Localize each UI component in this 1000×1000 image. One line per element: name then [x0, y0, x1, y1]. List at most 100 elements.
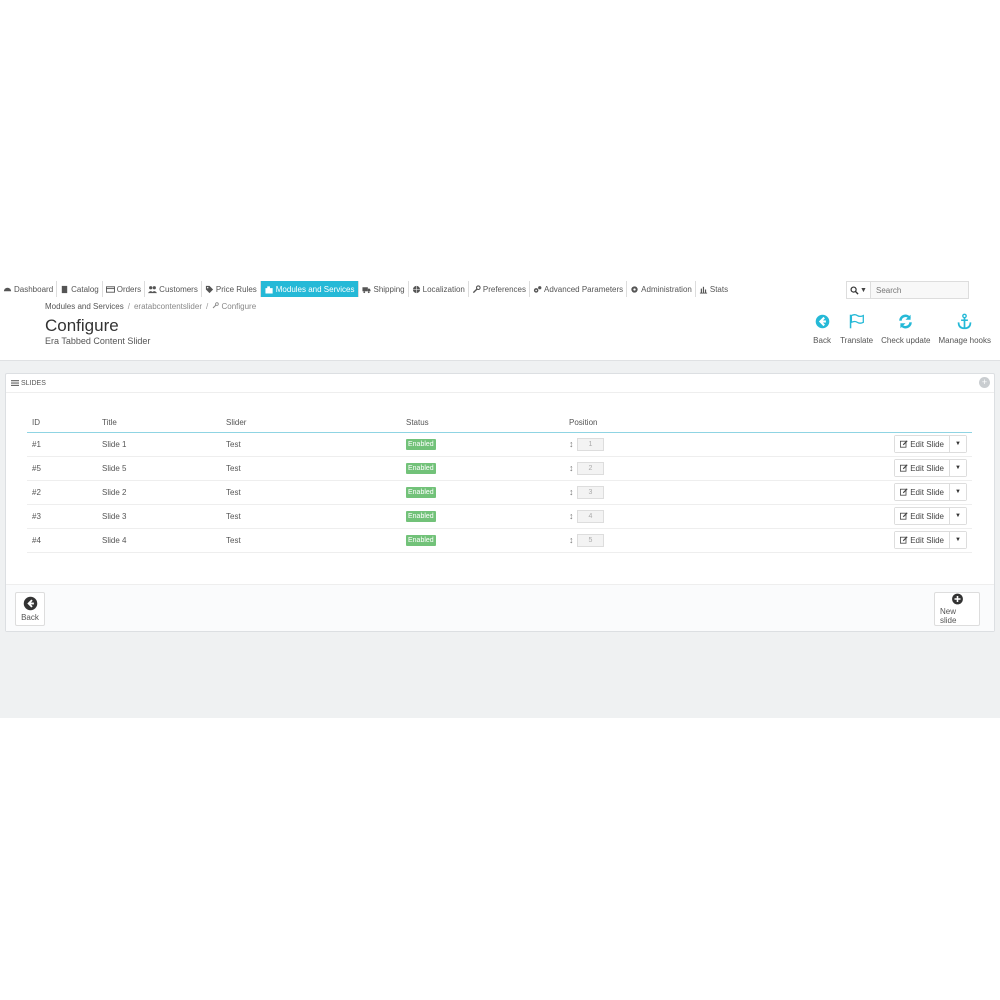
nav-item-catalog[interactable]: Catalog: [57, 281, 103, 297]
edit-slide-label: Edit Slide: [910, 439, 944, 449]
cell-actions: Edit Slide ▼: [864, 432, 972, 457]
edit-slide-label: Edit Slide: [910, 511, 944, 521]
cell-actions: Edit Slide ▼: [864, 480, 972, 505]
caret-down-icon[interactable]: ▼: [950, 532, 966, 548]
column-header-slider[interactable]: Slider: [221, 414, 401, 433]
drag-handle-icon[interactable]: ↕: [569, 463, 575, 473]
flag-icon: [848, 312, 866, 330]
footer-back-button[interactable]: Back: [15, 592, 45, 626]
caret-down-icon[interactable]: ▼: [950, 484, 966, 500]
cell-actions: Edit Slide ▼: [864, 504, 972, 529]
refresh-icon: [897, 312, 915, 330]
breadcrumb-item[interactable]: Modules and Services: [45, 302, 124, 311]
cell-title: Slide 3: [97, 504, 221, 529]
table-row[interactable]: #4 Slide 4 Test Enabled ↕ 5 Edit Slide ▼: [27, 528, 972, 553]
chevron-down-icon: ▼: [860, 286, 867, 294]
toolbar-check-update-label: Check update: [881, 336, 931, 345]
nav-item-label: Administration: [641, 284, 692, 294]
cell-id: #4: [27, 528, 97, 553]
caret-down-icon[interactable]: ▼: [950, 460, 966, 476]
edit-icon: [900, 536, 908, 544]
edit-button-group: Edit Slide ▼: [894, 459, 967, 477]
cell-position: ↕ 3: [564, 480, 864, 505]
edit-slide-button[interactable]: Edit Slide: [895, 532, 950, 548]
users-icon: [148, 285, 158, 294]
drag-handle-icon[interactable]: ↕: [569, 439, 575, 449]
nav-item-label: Orders: [116, 284, 142, 294]
toolbar-translate-label: Translate: [840, 336, 874, 345]
caret-down-icon[interactable]: ▼: [950, 508, 966, 524]
status-badge[interactable]: Enabled: [406, 462, 436, 474]
edit-slide-button[interactable]: Edit Slide: [895, 436, 950, 452]
edit-icon: [900, 512, 908, 520]
column-header-title[interactable]: Title: [97, 414, 221, 433]
table-row[interactable]: #2 Slide 2 Test Enabled ↕ 3 Edit Slide ▼: [27, 480, 972, 505]
drag-handle-icon[interactable]: ↕: [569, 535, 575, 545]
nav-item-customers[interactable]: Customers: [145, 281, 202, 297]
status-badge[interactable]: Enabled: [406, 510, 436, 522]
search-input[interactable]: [871, 281, 969, 299]
drag-handle-icon[interactable]: ↕: [569, 487, 575, 497]
cell-slider: Test: [221, 456, 401, 481]
column-header-status[interactable]: Status: [401, 414, 564, 433]
edit-slide-button[interactable]: Edit Slide: [895, 508, 950, 524]
edit-icon: [900, 488, 908, 496]
cell-id: #2: [27, 480, 97, 505]
drag-handle-icon[interactable]: ↕: [569, 511, 575, 521]
toolbar-check-update-button[interactable]: Check update: [877, 312, 934, 345]
nav-item-label: Modules and Services: [275, 284, 355, 294]
arrow-circle-left-icon: [813, 312, 831, 330]
nav-item-modules[interactable]: Modules and Services: [260, 281, 360, 297]
page-toolbar: Back Translate Check update Manage hooks: [808, 312, 995, 345]
toolbar-back-button[interactable]: Back: [808, 312, 836, 345]
cogs-icon: [533, 285, 542, 294]
toolbar-translate-button[interactable]: Translate: [836, 312, 877, 345]
cell-status: Enabled: [401, 456, 564, 481]
table-row[interactable]: #3 Slide 3 Test Enabled ↕ 4 Edit Slide ▼: [27, 504, 972, 529]
edit-slide-button[interactable]: Edit Slide: [895, 484, 950, 500]
edit-slide-button[interactable]: Edit Slide: [895, 460, 950, 476]
new-slide-label: New slide: [940, 607, 957, 625]
edit-slide-label: Edit Slide: [910, 463, 944, 473]
edit-icon: [900, 440, 908, 448]
cell-status: Enabled: [401, 504, 564, 529]
table-row[interactable]: #1 Slide 1 Test Enabled ↕ 1 Edit Slide ▼: [27, 432, 972, 457]
nav-item-price-rules[interactable]: Price Rules: [202, 281, 261, 297]
status-badge[interactable]: Enabled: [406, 438, 436, 450]
cell-position: ↕ 4: [564, 504, 864, 529]
column-header-actions: [864, 414, 972, 433]
nav-item-label: Advanced Parameters: [544, 284, 624, 294]
new-slide-button[interactable]: New slide: [934, 592, 980, 626]
cell-status: Enabled: [401, 432, 564, 457]
caret-down-icon[interactable]: ▼: [950, 436, 966, 452]
nav-item-localization[interactable]: Localization: [409, 281, 469, 297]
slides-panel: Slides + ID Title Slider Status Position…: [5, 373, 995, 632]
dashboard-icon: [3, 285, 12, 294]
cell-slider: Test: [221, 528, 401, 553]
position-value: 4: [577, 509, 604, 523]
cell-id: #1: [27, 432, 97, 457]
column-header-position[interactable]: Position: [564, 414, 864, 433]
cell-slider: Test: [221, 480, 401, 505]
nav-item-orders[interactable]: Orders: [103, 281, 146, 297]
toolbar-manage-hooks-button[interactable]: Manage hooks: [935, 312, 995, 345]
status-badge[interactable]: Enabled: [406, 534, 436, 546]
breadcrumb-item[interactable]: eratabcontentslider: [134, 302, 202, 311]
plus-circle-icon[interactable]: +: [979, 377, 990, 388]
search-dropdown-button[interactable]: ▼: [846, 281, 871, 299]
table-row[interactable]: #5 Slide 5 Test Enabled ↕ 2 Edit Slide ▼: [27, 456, 972, 481]
nav-item-dashboard[interactable]: Dashboard: [0, 281, 58, 297]
nav-item-administration[interactable]: Administration: [627, 281, 696, 297]
column-header-id[interactable]: ID: [27, 414, 97, 433]
nav-item-preferences[interactable]: Preferences: [469, 281, 531, 297]
nav-item-shipping[interactable]: Shipping: [359, 281, 409, 297]
nav-item-stats[interactable]: Stats: [696, 281, 731, 297]
panel-heading: Slides: [6, 374, 994, 393]
nav-item-label: Shipping: [373, 284, 405, 294]
position-value: 1: [577, 437, 604, 451]
nav-item-advanced-parameters[interactable]: Advanced Parameters: [530, 281, 628, 297]
tags-icon: [205, 285, 214, 294]
edit-button-group: Edit Slide ▼: [894, 435, 967, 453]
status-badge[interactable]: Enabled: [406, 486, 436, 498]
edit-button-group: Edit Slide ▼: [894, 531, 967, 549]
